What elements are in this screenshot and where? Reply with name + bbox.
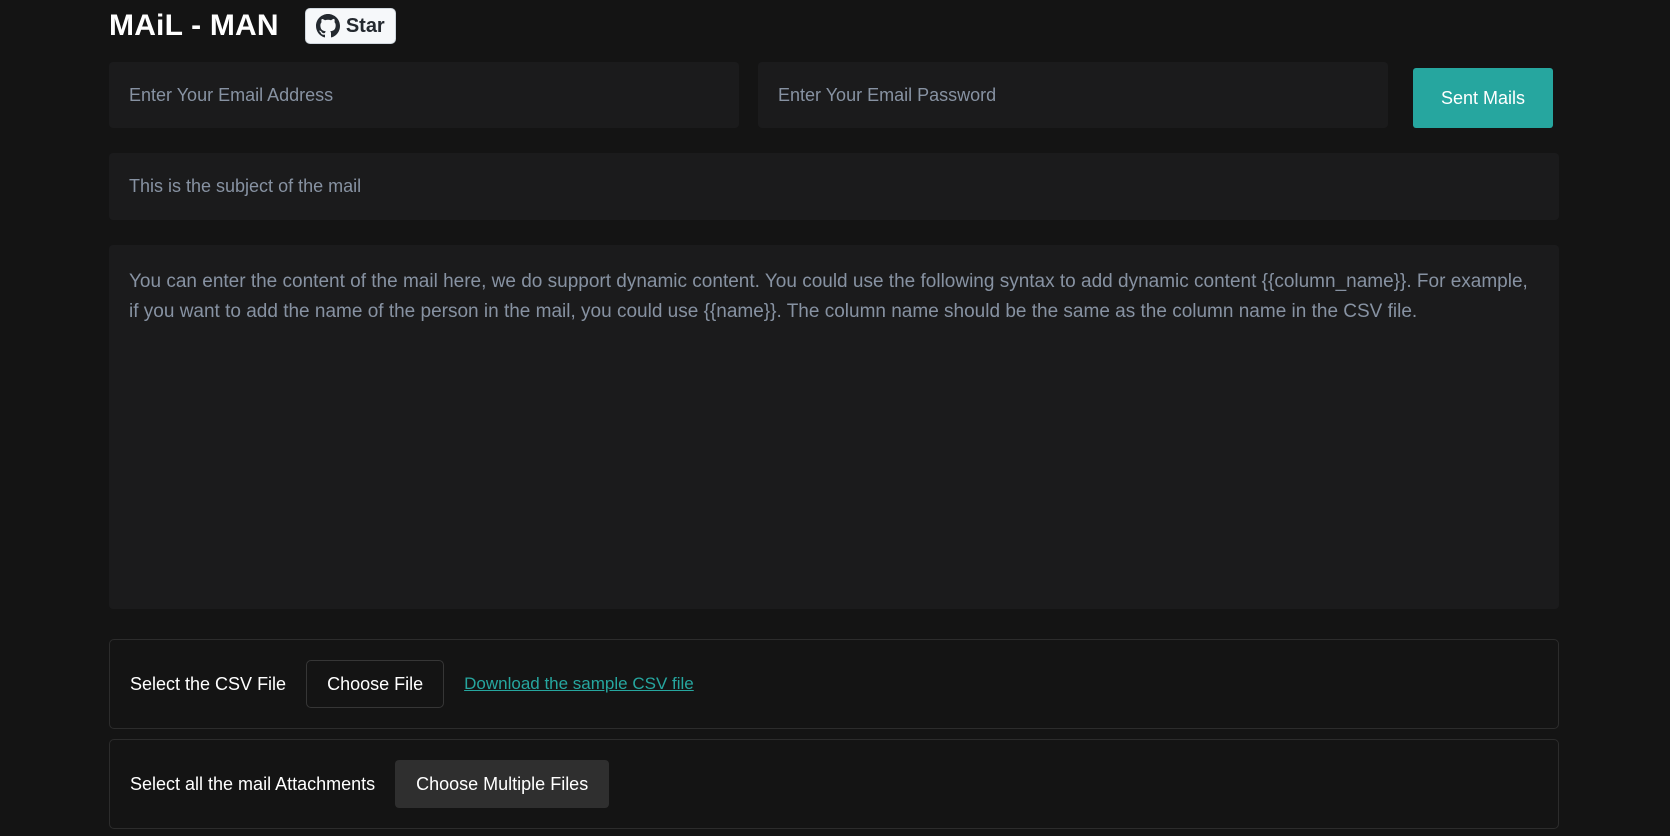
app-title: MAiL - MAN: [109, 9, 279, 42]
choose-attachments-button[interactable]: Choose Multiple Files: [395, 760, 610, 808]
attachments-panel: Select all the mail Attachments Choose M…: [109, 739, 1559, 829]
download-sample-csv-link[interactable]: Download the sample CSV file: [464, 674, 694, 694]
choose-csv-file-button[interactable]: Choose File: [306, 660, 445, 708]
csv-file-panel: Select the CSV File Choose File Download…: [109, 639, 1559, 729]
mail-content-textarea[interactable]: [109, 245, 1559, 609]
star-label: Star: [345, 14, 385, 37]
send-mails-button[interactable]: Sent Mails: [1413, 68, 1553, 128]
header: MAiL - MAN Star: [109, 6, 396, 46]
github-icon: [315, 14, 340, 38]
csv-file-label: Select the CSV File: [130, 673, 287, 694]
subject-field[interactable]: [109, 153, 1559, 220]
password-field[interactable]: [758, 62, 1388, 128]
email-field[interactable]: [109, 62, 739, 128]
attachments-label: Select all the mail Attachments: [130, 773, 376, 794]
github-star-button[interactable]: Star: [304, 8, 396, 44]
